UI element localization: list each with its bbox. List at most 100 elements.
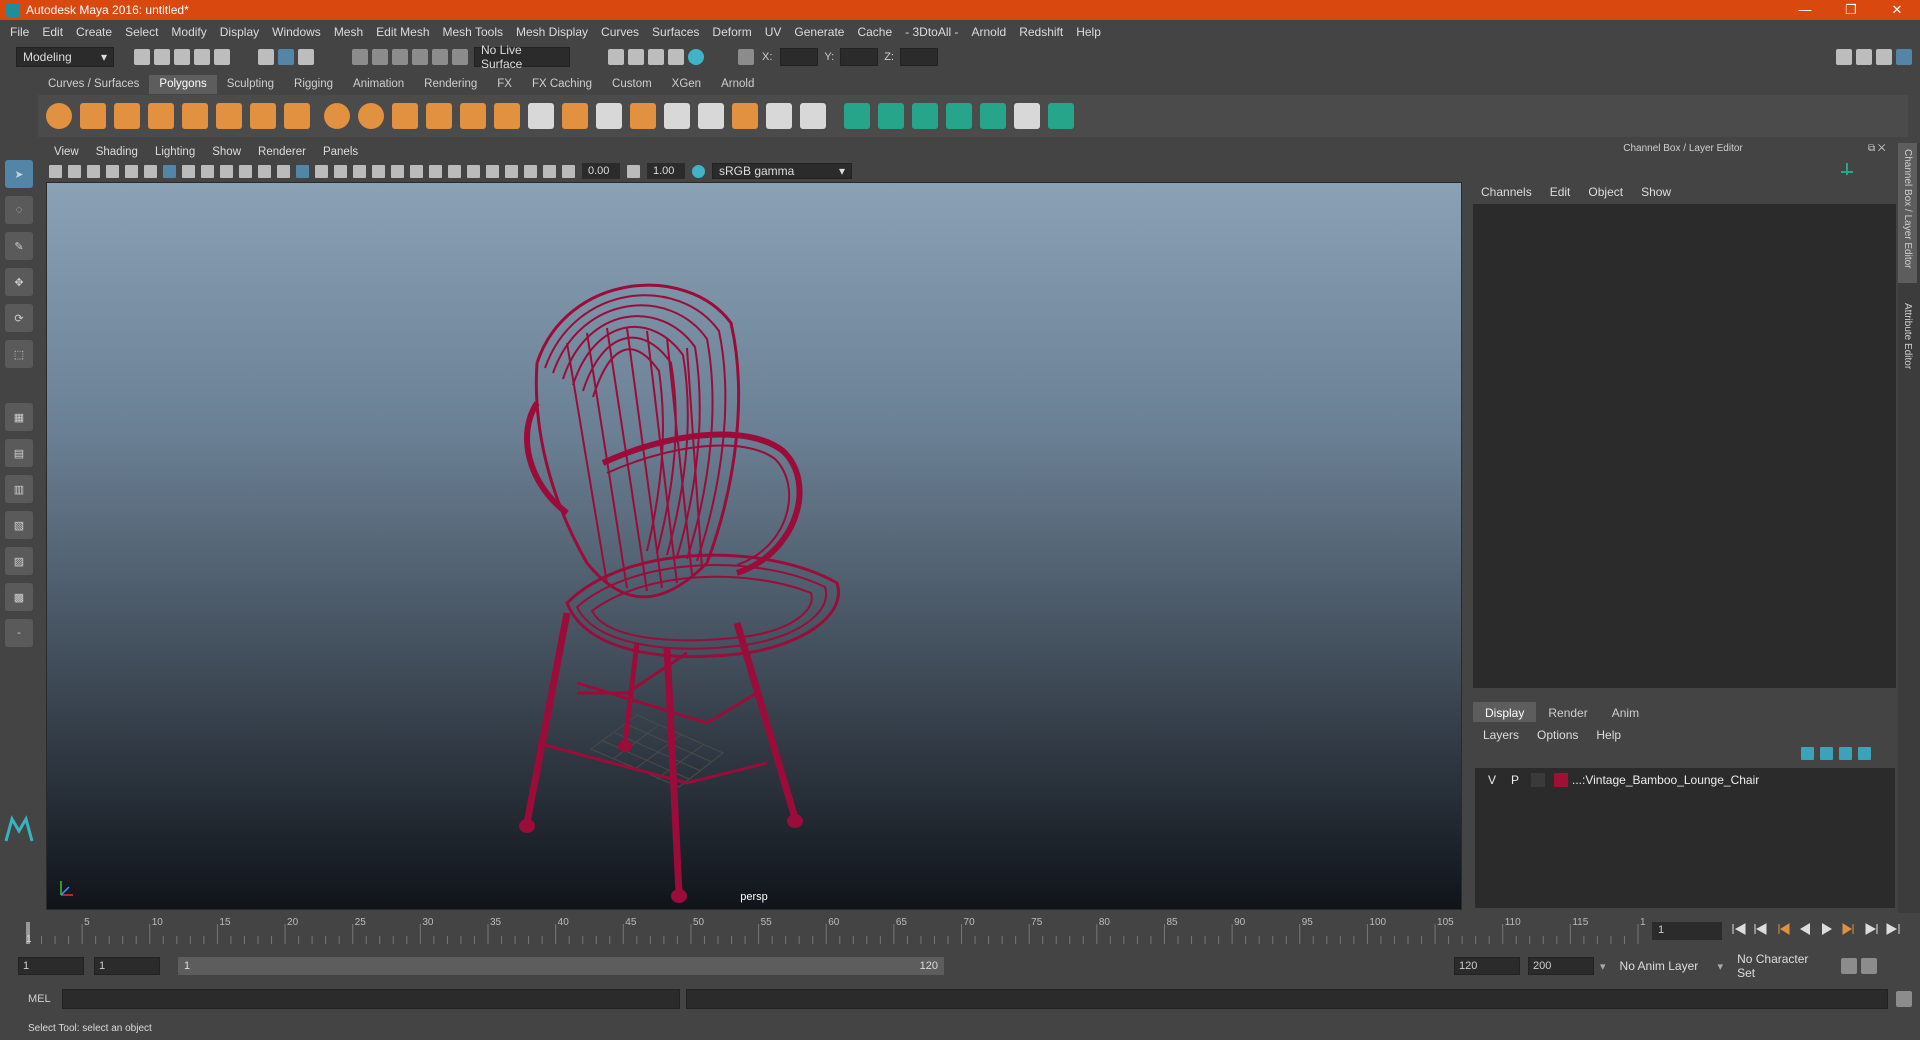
uv-spherical-icon[interactable]: [912, 103, 938, 129]
menu-redshift[interactable]: Redshift: [1019, 25, 1063, 39]
color-management-icon[interactable]: [692, 164, 705, 178]
poly-cylinder-icon[interactable]: [114, 103, 140, 129]
ambient-occlusion-icon[interactable]: [410, 164, 423, 178]
use-all-lights-icon[interactable]: [372, 164, 385, 178]
resolution-gate-icon[interactable]: [201, 164, 214, 178]
menu-3dtoall[interactable]: - 3DtoAll -: [905, 25, 958, 39]
render-settings-icon[interactable]: [648, 49, 664, 65]
character-set-dropdown[interactable]: No Character Set: [1731, 952, 1836, 980]
quad-draw-icon[interactable]: [800, 103, 826, 129]
depth-of-field-icon[interactable]: [467, 164, 480, 178]
render-frame-icon[interactable]: [608, 49, 624, 65]
menu-file[interactable]: File: [10, 25, 29, 39]
cb-menu-edit[interactable]: Edit: [1550, 185, 1571, 199]
shelf-tab-arnold[interactable]: Arnold: [711, 75, 764, 94]
poly-torus-icon[interactable]: [182, 103, 208, 129]
viewport-persp[interactable]: persp: [46, 182, 1462, 910]
step-forward-frame-icon[interactable]: [1841, 922, 1857, 936]
shelf-tab-curves-surfaces[interactable]: Curves / Surfaces: [38, 75, 149, 94]
shelf-tab-rendering[interactable]: Rendering: [414, 75, 487, 94]
bevel-icon[interactable]: [528, 103, 554, 129]
menu-arnold[interactable]: Arnold: [972, 25, 1007, 39]
extrude-icon[interactable]: [562, 103, 588, 129]
rotate-tool-icon[interactable]: ⟳: [5, 304, 33, 332]
menu-uv[interactable]: UV: [765, 25, 782, 39]
menu-curves[interactable]: Curves: [601, 25, 639, 39]
four-view-layout-icon[interactable]: ▤: [5, 439, 33, 467]
z-input[interactable]: [899, 48, 938, 66]
step-back-frame-icon[interactable]: [1775, 922, 1791, 936]
vp-menu-shading[interactable]: Shading: [96, 146, 138, 158]
move-layer-up-icon[interactable]: [1801, 747, 1814, 760]
undo-icon[interactable]: [194, 49, 210, 65]
preferences-icon[interactable]: [1861, 958, 1878, 974]
layer-tab-anim[interactable]: Anim: [1600, 702, 1651, 722]
snap-grid-icon[interactable]: [352, 49, 368, 65]
script-editor-icon[interactable]: [1896, 991, 1912, 1007]
select-component-icon[interactable]: [298, 49, 314, 65]
new-layer-icon[interactable]: [1839, 747, 1852, 760]
shelf-tab-sculpting[interactable]: Sculpting: [217, 75, 284, 94]
shelf-tab-rigging[interactable]: Rigging: [284, 75, 343, 94]
menu-edit[interactable]: Edit: [42, 25, 63, 39]
graph-layout-icon[interactable]: ▧: [5, 511, 33, 539]
poly-pipe-icon[interactable]: [284, 103, 310, 129]
anti-aliasing-icon[interactable]: [448, 164, 461, 178]
hypershade-layout-icon[interactable]: ▩: [5, 583, 33, 611]
outliner-layout-icon[interactable]: ▨: [5, 547, 33, 575]
bridge-icon[interactable]: [596, 103, 622, 129]
tool-settings-icon[interactable]: [1876, 49, 1892, 65]
shelf-tab-custom[interactable]: Custom: [602, 75, 662, 94]
snap-view-plane-icon[interactable]: [412, 49, 428, 65]
auto-key-icon[interactable]: [1841, 958, 1858, 974]
menuset-dropdown[interactable]: Modeling ▾: [16, 47, 114, 67]
channel-box-icon[interactable]: [1896, 49, 1912, 65]
combine-icon[interactable]: [324, 103, 350, 129]
menu-display[interactable]: Display: [220, 25, 259, 39]
cb-menu-show[interactable]: Show: [1641, 185, 1671, 199]
panel-float-close-icon[interactable]: ⧉ ✕: [1868, 143, 1886, 154]
anim-end-field[interactable]: 120: [1454, 957, 1520, 975]
play-forward-icon[interactable]: [1819, 922, 1835, 936]
mirror-icon[interactable]: [494, 103, 520, 129]
uv-cylindrical-icon[interactable]: [878, 103, 904, 129]
extract-icon[interactable]: [392, 103, 418, 129]
shelf-tab-polygons[interactable]: Polygons: [149, 75, 217, 94]
anim-start-field[interactable]: 1: [94, 957, 160, 975]
motion-blur-icon[interactable]: [429, 164, 442, 178]
safe-action-icon[interactable]: [258, 164, 271, 178]
shelf-tab-xgen[interactable]: XGen: [662, 75, 711, 94]
xray-components-icon[interactable]: [543, 164, 556, 178]
gamma-field[interactable]: 1.00: [647, 163, 685, 179]
move-tool-icon[interactable]: ✥: [5, 268, 33, 296]
range-slider[interactable]: 1 120: [178, 957, 944, 975]
scale-tool-icon[interactable]: ⬚: [5, 340, 33, 368]
menu-mesh-display[interactable]: Mesh Display: [516, 25, 588, 39]
smooth-shade-icon[interactable]: [315, 164, 328, 178]
ipr-render-icon[interactable]: [628, 49, 644, 65]
xray-joints-icon[interactable]: [524, 164, 537, 178]
play-backward-icon[interactable]: [1797, 922, 1813, 936]
layer-tab-display[interactable]: Display: [1473, 702, 1537, 722]
cb-menu-object[interactable]: Object: [1588, 185, 1623, 199]
le-menu-options[interactable]: Options: [1537, 728, 1578, 742]
single-view-layout-icon[interactable]: ▦: [5, 403, 33, 431]
safe-title-icon[interactable]: [277, 164, 290, 178]
le-menu-help[interactable]: Help: [1596, 728, 1621, 742]
boolean-icon[interactable]: [426, 103, 452, 129]
y-input[interactable]: [840, 48, 879, 66]
move-layer-down-icon[interactable]: [1820, 747, 1833, 760]
step-forward-key-icon[interactable]: [1863, 922, 1879, 936]
cb-menu-channels[interactable]: Channels: [1481, 185, 1532, 199]
menu-edit-mesh[interactable]: Edit Mesh: [376, 25, 429, 39]
menu-mesh[interactable]: Mesh: [334, 25, 363, 39]
menu-create[interactable]: Create: [76, 25, 112, 39]
uv-planar-icon[interactable]: [844, 103, 870, 129]
vp-menu-show[interactable]: Show: [212, 146, 241, 158]
minimize-button[interactable]: —: [1782, 2, 1828, 18]
smooth-icon[interactable]: [460, 103, 486, 129]
menu-modify[interactable]: Modify: [171, 25, 206, 39]
vp-menu-panels[interactable]: Panels: [323, 146, 358, 158]
side-by-side-layout-icon[interactable]: ▥: [5, 475, 33, 503]
poly-pyramid-icon[interactable]: [250, 103, 276, 129]
